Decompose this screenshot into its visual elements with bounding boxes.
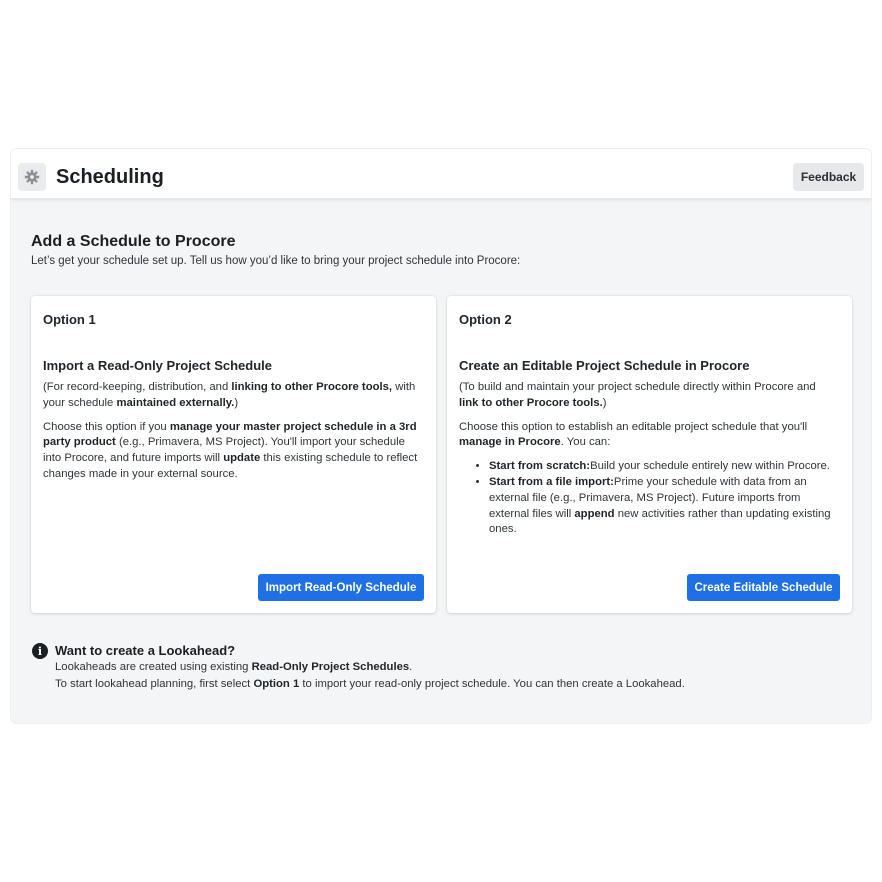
option-1-purpose: (For record-keeping, distribution, and l… [43,381,416,409]
list-item: Start from a file import:Prime your sche… [489,475,837,538]
import-read-only-schedule-button[interactable]: Import Read-Only Schedule [258,574,424,601]
scheduling-panel: Scheduling Feedback Add a Schedule to Pr… [11,149,871,723]
page-title: Scheduling [56,166,164,188]
option-1-label: Option 1 [43,312,96,327]
list-item: Start from scratch:Build your schedule e… [489,459,837,475]
option-2-bullet-list: Start from scratch:Build your schedule e… [489,459,837,538]
option-2-details: Choose this option to establish an edita… [459,420,808,449]
option-1-description: (For record-keeping, distribution, and l… [43,380,421,491]
section-heading: Add a Schedule to Procore [31,233,236,250]
option-1-title: Import a Read-Only Project Schedule [43,358,272,373]
option-1-card: Option 1 Import a Read-Only Project Sche… [31,296,436,613]
option-2-description: (To build and maintain your project sche… [459,380,837,538]
feedback-button[interactable]: Feedback [793,163,864,191]
lookahead-line-1: Lookaheads are created using existing Re… [55,661,413,673]
option-2-label: Option 2 [459,312,512,327]
option-2-card: Option 2 Create an Editable Project Sche… [447,296,852,613]
option-2-title: Create an Editable Project Schedule in P… [459,358,750,373]
gear-icon [18,163,46,191]
lookahead-line-2: To start lookahead planning, first selec… [55,678,685,690]
option-1-details: Choose this option if you manage your ma… [43,420,418,480]
header-bar: Scheduling Feedback [11,149,871,199]
section-subheading: Let’s get your schedule set up. Tell us … [31,255,521,267]
info-icon: i [32,643,48,659]
create-editable-schedule-button[interactable]: Create Editable Schedule [687,574,840,601]
option-2-purpose: (To build and maintain your project sche… [459,381,816,409]
lookahead-title: Want to create a Lookahead? [55,643,236,658]
